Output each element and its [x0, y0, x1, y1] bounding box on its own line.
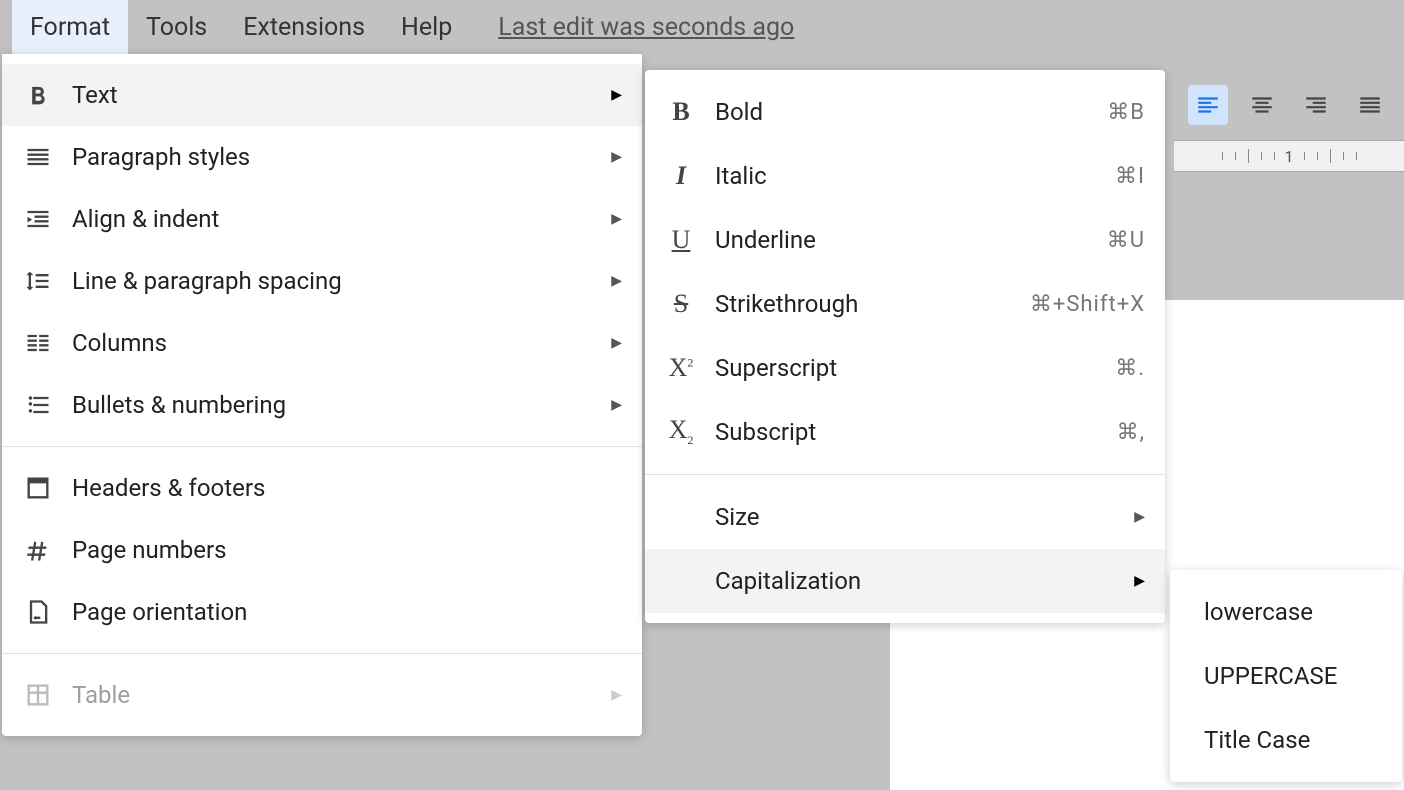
- italic-icon: I: [665, 160, 697, 192]
- shortcut: ⌘U: [1107, 228, 1145, 253]
- align-justify-icon: [1357, 92, 1383, 118]
- underline-icon: U: [665, 224, 697, 256]
- menu-help[interactable]: Help: [383, 0, 470, 54]
- strikethrough-icon: S: [665, 288, 697, 320]
- menu-extensions[interactable]: Extensions: [225, 0, 383, 54]
- menu-label: Capitalization: [715, 567, 1134, 595]
- indent-icon: [22, 203, 54, 235]
- columns-icon: [22, 327, 54, 359]
- menu-label: Paragraph styles: [72, 143, 611, 171]
- bold-icon: [22, 79, 54, 111]
- menubar: Format Tools Extensions Help Last edit w…: [0, 0, 1404, 54]
- chevron-right-icon: ▶: [611, 687, 622, 703]
- menu-label: Subscript: [715, 418, 1117, 446]
- capitalization-dropdown: lowercase UPPERCASE Title Case: [1170, 570, 1402, 782]
- shortcut: ⌘+Shift+X: [1030, 292, 1145, 317]
- menu-item-page-numbers[interactable]: Page numbers: [2, 519, 642, 581]
- text-dropdown: B Bold ⌘B I Italic ⌘I U Underline ⌘U S S…: [645, 70, 1165, 623]
- menu-label: Page numbers: [72, 536, 622, 564]
- menu-label: Headers & footers: [72, 474, 622, 502]
- menu-label: Underline: [715, 226, 1107, 254]
- align-right-icon: [1303, 92, 1329, 118]
- chevron-right-icon: ▶: [611, 273, 622, 289]
- menu-item-table[interactable]: Table ▶: [2, 664, 642, 726]
- menu-item-subscript[interactable]: X2 Subscript ⌘,: [645, 400, 1165, 464]
- table-icon: [22, 679, 54, 711]
- line-spacing-icon: [22, 265, 54, 297]
- menu-separator: [645, 474, 1165, 475]
- menu-item-superscript[interactable]: X2 Superscript ⌘.: [645, 336, 1165, 400]
- align-left-button[interactable]: [1188, 85, 1228, 125]
- chevron-right-icon: ▶: [611, 87, 622, 103]
- menu-label: Columns: [72, 329, 611, 357]
- menu-item-columns[interactable]: Columns ▶: [2, 312, 642, 374]
- menu-label: Table: [72, 681, 611, 709]
- menu-label: Size: [715, 503, 1134, 531]
- align-center-icon: [1249, 92, 1275, 118]
- chevron-right-icon: ▶: [611, 211, 622, 227]
- ruler: 1: [1174, 140, 1404, 172]
- menu-item-size[interactable]: Size ▶: [645, 485, 1165, 549]
- menu-label: Superscript: [715, 354, 1115, 382]
- menu-label: Strikethrough: [715, 290, 1030, 318]
- menu-label: Bold: [715, 98, 1107, 126]
- menu-label: Align & indent: [72, 205, 611, 233]
- chevron-right-icon: ▶: [611, 397, 622, 413]
- align-left-icon: [1195, 92, 1221, 118]
- menu-label: Text: [72, 81, 611, 109]
- ruler-mark: 1: [1285, 147, 1294, 166]
- align-right-button[interactable]: [1296, 85, 1336, 125]
- subscript-icon: X2: [665, 416, 697, 448]
- chevron-right-icon: ▶: [1134, 573, 1145, 589]
- menu-label: Page orientation: [72, 598, 622, 626]
- menu-item-uppercase[interactable]: UPPERCASE: [1170, 644, 1402, 708]
- chevron-right-icon: ▶: [1134, 509, 1145, 525]
- edit-status[interactable]: Last edit was seconds ago: [498, 13, 794, 42]
- menu-label: Title Case: [1204, 726, 1368, 754]
- bullets-icon: [22, 389, 54, 421]
- menu-item-bold[interactable]: B Bold ⌘B: [645, 80, 1165, 144]
- headers-footers-icon: [22, 472, 54, 504]
- page-numbers-icon: [22, 534, 54, 566]
- menu-item-text[interactable]: Text ▶: [2, 64, 642, 126]
- menu-item-paragraph-styles[interactable]: Paragraph styles ▶: [2, 126, 642, 188]
- align-justify-button[interactable]: [1350, 85, 1390, 125]
- menu-item-strikethrough[interactable]: S Strikethrough ⌘+Shift+X: [645, 272, 1165, 336]
- chevron-right-icon: ▶: [611, 149, 622, 165]
- superscript-icon: X2: [665, 352, 697, 384]
- shortcut: ⌘.: [1115, 356, 1145, 381]
- chevron-right-icon: ▶: [611, 335, 622, 351]
- menu-item-headers-footers[interactable]: Headers & footers: [2, 457, 642, 519]
- align-center-button[interactable]: [1242, 85, 1282, 125]
- format-dropdown: Text ▶ Paragraph styles ▶ Align & indent…: [2, 54, 642, 736]
- paragraph-styles-icon: [22, 141, 54, 173]
- menu-item-bullets-numbering[interactable]: Bullets & numbering ▶: [2, 374, 642, 436]
- menu-label: Italic: [715, 162, 1115, 190]
- menu-item-titlecase[interactable]: Title Case: [1170, 708, 1402, 772]
- menu-label: lowercase: [1204, 598, 1368, 626]
- menu-item-page-orientation[interactable]: Page orientation: [2, 581, 642, 643]
- menu-item-lowercase[interactable]: lowercase: [1170, 580, 1402, 644]
- menu-tools[interactable]: Tools: [128, 0, 225, 54]
- shortcut: ⌘B: [1107, 100, 1145, 125]
- menu-label: UPPERCASE: [1204, 662, 1368, 690]
- menu-item-underline[interactable]: U Underline ⌘U: [645, 208, 1165, 272]
- menu-separator: [2, 653, 642, 654]
- menu-label: Line & paragraph spacing: [72, 267, 611, 295]
- bold-icon: B: [665, 96, 697, 128]
- shortcut: ⌘I: [1115, 164, 1145, 189]
- menu-item-line-spacing[interactable]: Line & paragraph spacing ▶: [2, 250, 642, 312]
- menu-label: Bullets & numbering: [72, 391, 611, 419]
- menu-item-italic[interactable]: I Italic ⌘I: [645, 144, 1165, 208]
- menu-format[interactable]: Format: [12, 0, 128, 54]
- toolbar: [1174, 75, 1404, 135]
- menu-item-capitalization[interactable]: Capitalization ▶: [645, 549, 1165, 613]
- menu-separator: [2, 446, 642, 447]
- menu-item-align-indent[interactable]: Align & indent ▶: [2, 188, 642, 250]
- page-orientation-icon: [22, 596, 54, 628]
- shortcut: ⌘,: [1117, 420, 1145, 445]
